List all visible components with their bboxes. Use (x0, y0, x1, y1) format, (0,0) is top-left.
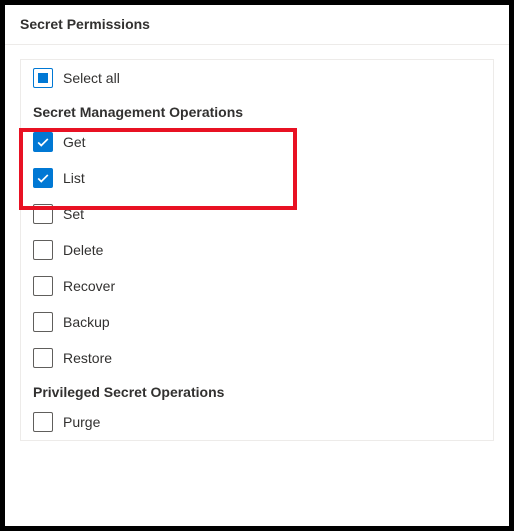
perm-get-row[interactable]: Get (21, 124, 493, 160)
perm-restore-label: Restore (63, 350, 112, 366)
perm-restore-row[interactable]: Restore (21, 340, 493, 376)
perm-get-label: Get (63, 134, 86, 150)
perm-list-label: List (63, 170, 85, 186)
permissions-panel: Select all Secret Management Operations … (20, 59, 494, 441)
perm-backup-label: Backup (63, 314, 110, 330)
perm-purge-checkbox[interactable] (33, 412, 53, 432)
perm-backup-row[interactable]: Backup (21, 304, 493, 340)
perm-list-row[interactable]: List (21, 160, 493, 196)
perm-recover-row[interactable]: Recover (21, 268, 493, 304)
perm-backup-checkbox[interactable] (33, 312, 53, 332)
perm-delete-row[interactable]: Delete (21, 232, 493, 268)
section-privileged-title: Privileged Secret Operations (21, 376, 493, 404)
perm-list-checkbox[interactable] (33, 168, 53, 188)
checkmark-icon (36, 171, 50, 185)
perm-recover-label: Recover (63, 278, 115, 294)
select-all-row[interactable]: Select all (21, 60, 493, 96)
perm-recover-checkbox[interactable] (33, 276, 53, 296)
perm-restore-checkbox[interactable] (33, 348, 53, 368)
page-title: Secret Permissions (5, 5, 509, 45)
select-all-label: Select all (63, 70, 120, 86)
select-all-checkbox[interactable] (33, 68, 53, 88)
perm-purge-row[interactable]: Purge (21, 404, 493, 440)
perm-get-checkbox[interactable] (33, 132, 53, 152)
section-management-title: Secret Management Operations (21, 96, 493, 124)
perm-purge-label: Purge (63, 414, 100, 430)
perm-set-checkbox[interactable] (33, 204, 53, 224)
perm-set-label: Set (63, 206, 84, 222)
checkmark-icon (36, 135, 50, 149)
perm-delete-label: Delete (63, 242, 103, 258)
perm-delete-checkbox[interactable] (33, 240, 53, 260)
perm-set-row[interactable]: Set (21, 196, 493, 232)
